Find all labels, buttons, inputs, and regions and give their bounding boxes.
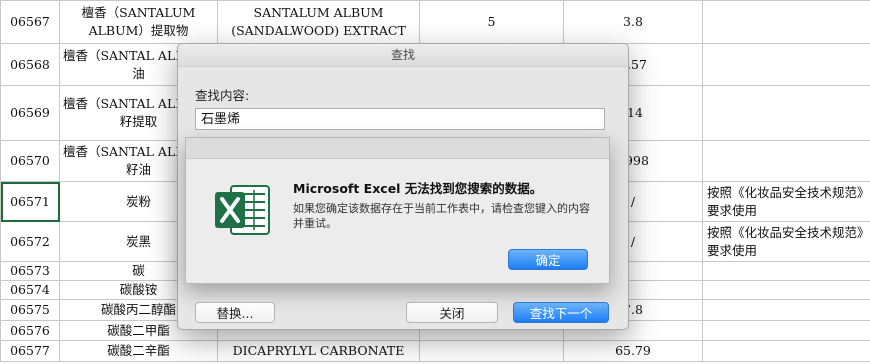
- cell-value-1[interactable]: 5: [419, 0, 564, 44]
- replace-button[interactable]: 替换...: [195, 302, 275, 323]
- cell-id[interactable]: 06571: [0, 181, 60, 222]
- cell-id[interactable]: 06568: [0, 43, 60, 86]
- cell-value-1[interactable]: [419, 340, 564, 362]
- not-found-alert: Microsoft Excel 无法找到您搜索的数据。 如果您确定该数据存在于当…: [185, 137, 610, 284]
- table-row: 06577 碳酸二辛酯 DICAPRYLYL CARBONATE 65.79: [0, 340, 870, 362]
- cell-note[interactable]: [702, 140, 870, 182]
- cell-id[interactable]: 06574: [0, 280, 60, 300]
- find-input[interactable]: 石墨烯: [195, 108, 605, 130]
- cell-id[interactable]: 06570: [0, 140, 60, 182]
- find-label: 查找内容:: [195, 88, 250, 103]
- alert-title: Microsoft Excel 无法找到您搜索的数据。: [293, 181, 543, 196]
- find-dialog: 查找 查找内容: 石墨烯 Microsoft Excel 无法找到您搜索的数据。…: [177, 43, 629, 330]
- cell-note[interactable]: [702, 0, 870, 44]
- cell-note[interactable]: [702, 340, 870, 362]
- cell-note[interactable]: [702, 85, 870, 141]
- cell-id[interactable]: 06576: [0, 320, 60, 341]
- dialog-title[interactable]: 查找: [178, 44, 628, 67]
- cell-id[interactable]: 06573: [0, 261, 60, 281]
- cell-id[interactable]: 06572: [0, 221, 60, 262]
- find-next-button[interactable]: 查找下一个: [513, 302, 609, 323]
- cell-chinese-name[interactable]: 碳酸二辛酯: [59, 340, 218, 362]
- cell-note[interactable]: [702, 320, 870, 341]
- cell-id[interactable]: 06567: [0, 0, 60, 44]
- cell-inci-name[interactable]: DICAPRYLYL CARBONATE: [217, 340, 420, 362]
- alert-message: 如果您确定该数据存在于当前工作表中，请检查您键入的内容并重试。: [293, 202, 590, 230]
- cell-id[interactable]: 06577: [0, 340, 60, 362]
- cell-note[interactable]: [702, 261, 870, 281]
- table-row: 06567 檀香（SANTALUM ALBUM）提取物 SANTALUM ALB…: [0, 0, 870, 44]
- cell-chinese-name[interactable]: 檀香（SANTALUM ALBUM）提取物: [59, 0, 218, 44]
- cell-note[interactable]: [702, 280, 870, 300]
- close-button[interactable]: 关闭: [406, 302, 498, 323]
- alert-header: [186, 138, 609, 159]
- cell-note[interactable]: 按照《化妆品安全技术规范》要求使用: [702, 181, 870, 222]
- cell-value-2[interactable]: 3.8: [563, 0, 703, 44]
- cell-id[interactable]: 06569: [0, 85, 60, 141]
- excel-app-icon: [215, 185, 270, 235]
- cell-note[interactable]: [702, 299, 870, 321]
- cell-id[interactable]: 06575: [0, 299, 60, 321]
- cell-inci-name[interactable]: SANTALUM ALBUM (SANDALWOOD) EXTRACT: [217, 0, 420, 44]
- cell-value-2[interactable]: 65.79: [563, 340, 703, 362]
- cell-note[interactable]: [702, 43, 870, 86]
- cell-note[interactable]: 按照《化妆品安全技术规范》要求使用: [702, 221, 870, 262]
- ok-button[interactable]: 确定: [508, 249, 588, 270]
